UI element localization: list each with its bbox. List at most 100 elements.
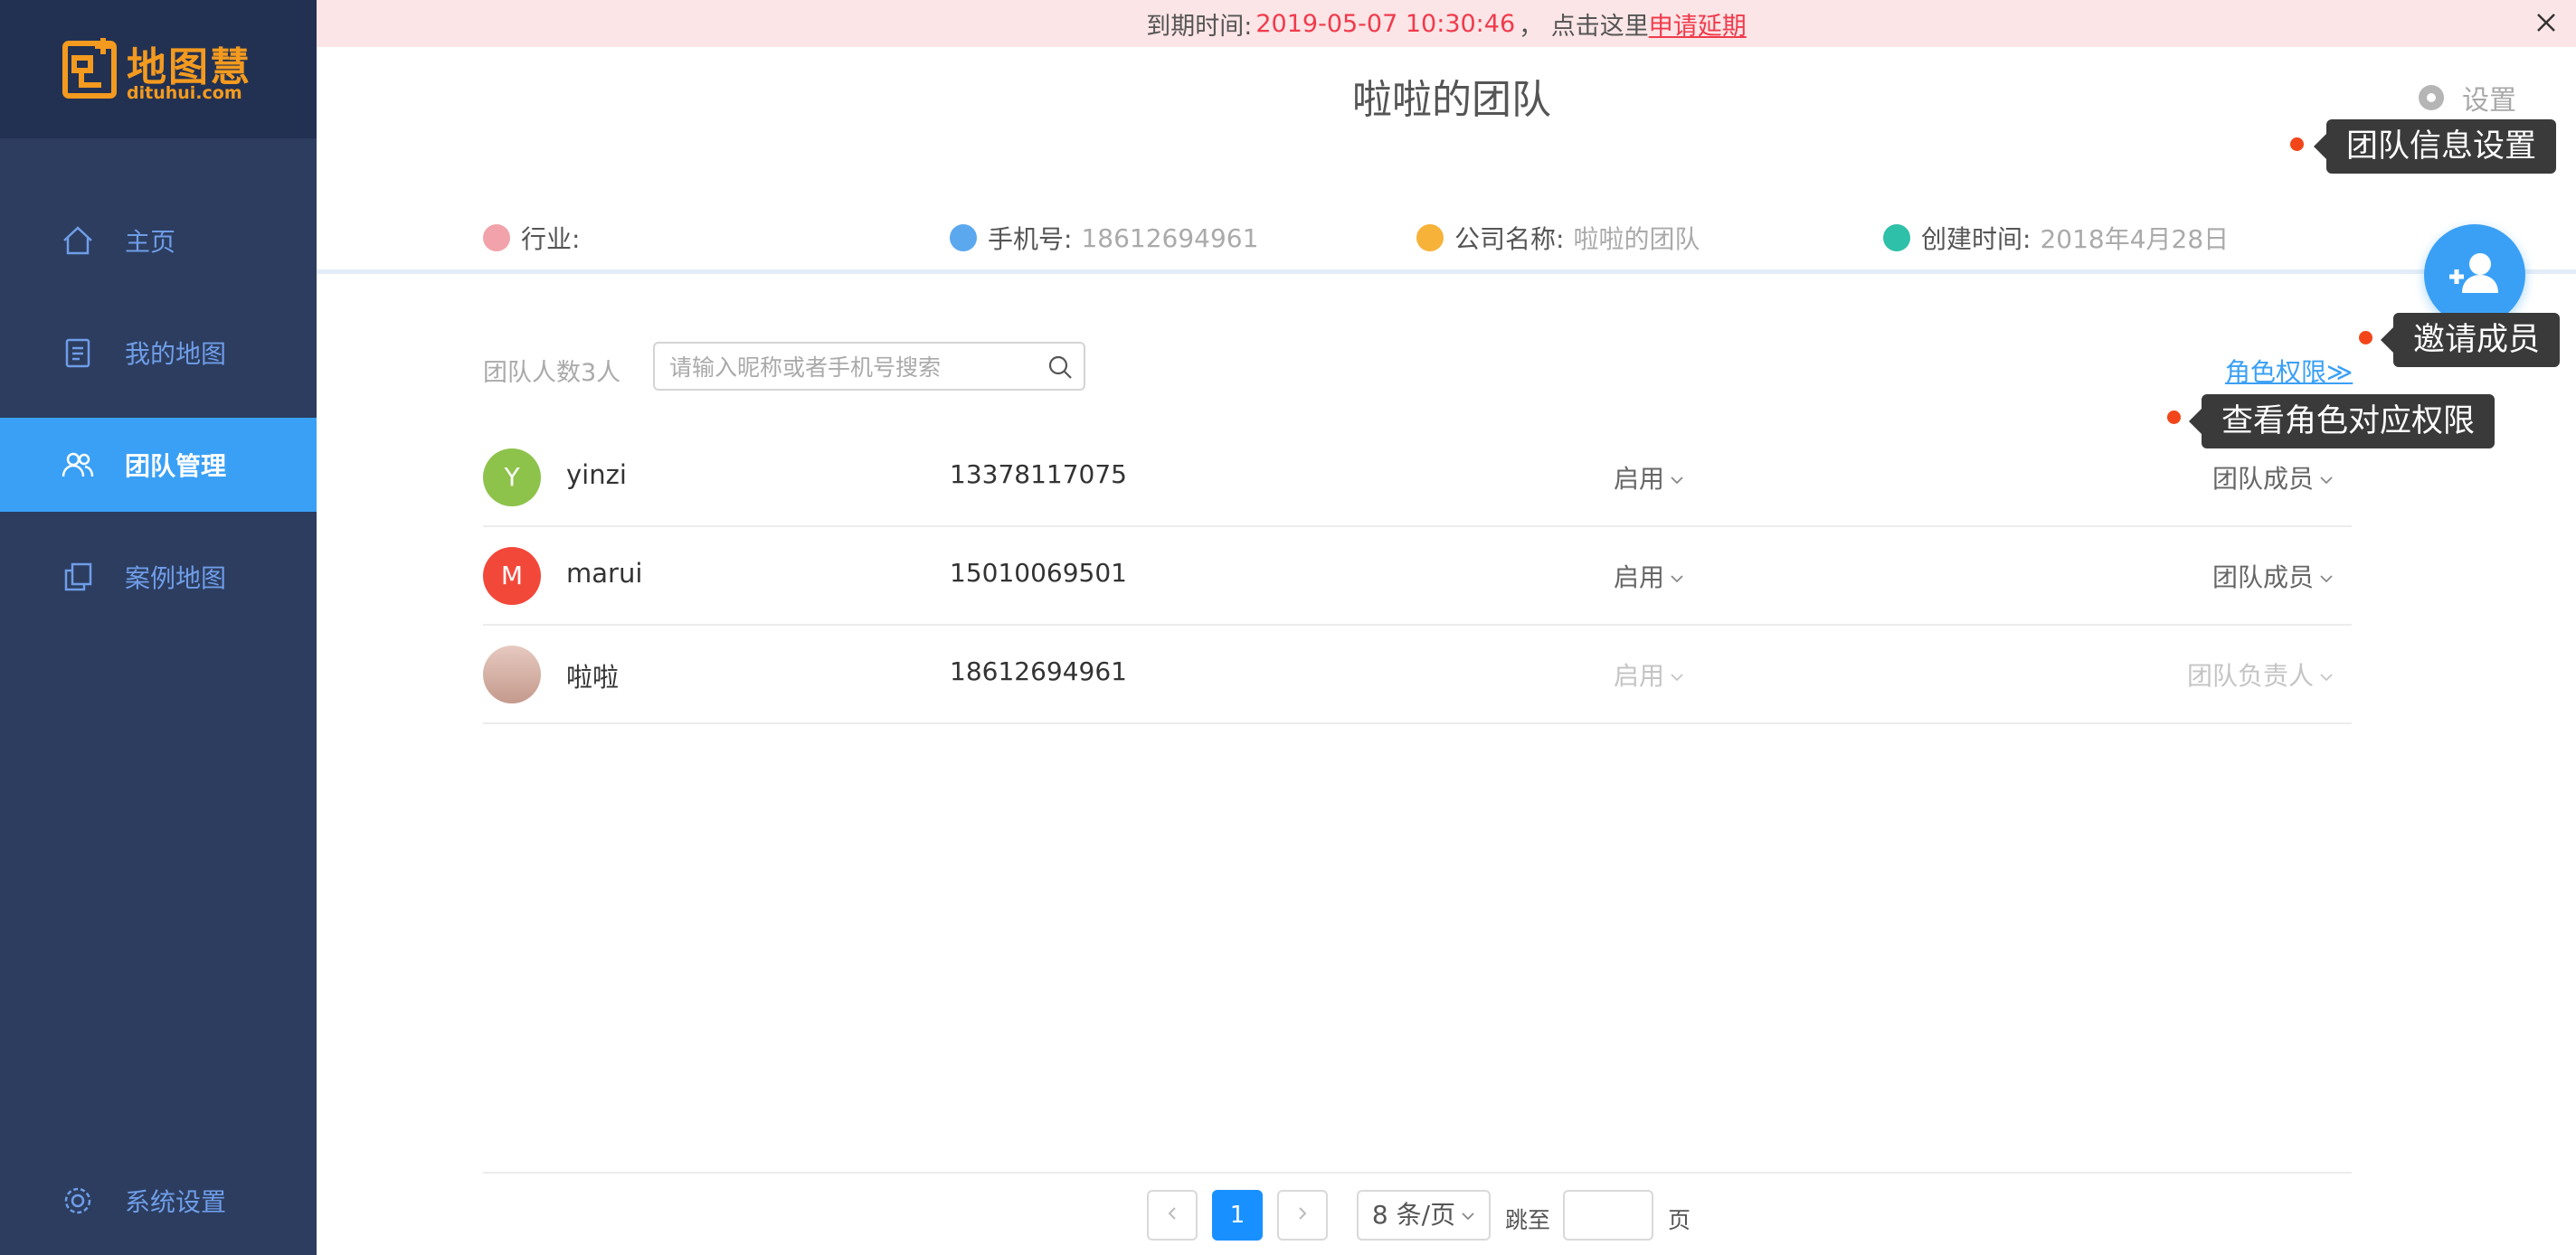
phone-value: 18612694961 xyxy=(1081,222,1259,253)
role-value: 团队成员 xyxy=(2211,562,2314,592)
member-table: Y yinzi 13378117075 启用 团队成员 M marui 1501… xyxy=(483,429,2352,724)
avatar: Y xyxy=(483,448,541,506)
tip-team-info: 团队信息设置 xyxy=(2313,119,2557,174)
status-value: 启用 xyxy=(1614,464,1665,494)
chevron-right-icon xyxy=(1299,1207,1307,1220)
sidebar-item-team[interactable]: 团队管理 xyxy=(0,418,317,512)
member-phone: 18612694961 xyxy=(950,656,1127,686)
avatar xyxy=(483,646,541,703)
clock-icon xyxy=(1883,224,1910,251)
chevron-down-icon xyxy=(2320,477,2333,485)
sidebar-item-label: 主页 xyxy=(125,227,176,257)
member-count: 团队人数3人 xyxy=(483,359,621,387)
invite-member-button[interactable] xyxy=(2424,224,2525,326)
divider xyxy=(483,1172,2352,1174)
role-dropdown: 团队负责人 xyxy=(2187,656,2334,693)
table-row: 啦啦 18612694961 启用 团队负责人 xyxy=(483,626,2352,724)
role-permission-link[interactable]: 角色权限≫ xyxy=(2225,353,2353,389)
member-phone: 15010069501 xyxy=(950,558,1127,588)
add-user-icon xyxy=(2449,253,2498,293)
phone-icon xyxy=(950,224,977,251)
tip-invite: 邀请成员 xyxy=(2380,313,2561,367)
copy-icon xyxy=(64,562,92,591)
industry-icon xyxy=(483,224,510,251)
member-name: 啦啦 xyxy=(566,662,620,693)
search-icon[interactable] xyxy=(1047,354,1073,380)
settings-label: 设置 xyxy=(2462,85,2516,117)
tip-dot xyxy=(2167,410,2181,424)
table-row: M marui 15010069501 启用 团队成员 xyxy=(483,527,2352,626)
brand-domain: dituhui.com xyxy=(127,83,242,103)
expiry-notice-bar: 到期时间: 2019-05-07 10:30:46 ， 点击这里 申请延期 xyxy=(317,0,2576,47)
tip-dot xyxy=(2359,331,2372,344)
role-value: 团队成员 xyxy=(2211,464,2314,494)
info-industry: 行业: xyxy=(483,220,580,256)
sidebar-item-case-maps[interactable]: 案例地图 xyxy=(0,530,317,624)
close-icon[interactable] xyxy=(2533,9,2560,36)
status-value: 启用 xyxy=(1614,562,1665,592)
member-name: marui xyxy=(566,558,643,589)
company-value: 啦啦的团队 xyxy=(1573,224,1700,254)
notice-mid: ， 点击这里 xyxy=(1519,12,1649,41)
chevron-down-icon xyxy=(1671,674,1683,682)
chevron-down-icon xyxy=(2320,674,2333,682)
settings-button[interactable]: 设置 xyxy=(2415,78,2516,118)
page-button-current[interactable]: 1 xyxy=(1212,1190,1263,1241)
phone-label: 手机号: xyxy=(988,224,1073,254)
chevron-down-icon xyxy=(1671,575,1683,583)
page-title: 啦啦的团队 xyxy=(1352,77,1551,123)
created-label: 创建时间: xyxy=(1921,224,2031,254)
logo-icon xyxy=(62,38,117,99)
search-input[interactable] xyxy=(668,349,1033,385)
status-dropdown[interactable]: 启用 xyxy=(1614,558,1684,594)
chevron-down-icon xyxy=(2320,575,2333,583)
tip-dot xyxy=(2290,137,2304,151)
member-phone: 13378117075 xyxy=(950,459,1127,489)
home-icon xyxy=(63,226,92,255)
created-value: 2018年4月28日 xyxy=(2040,224,2230,254)
info-company: 公司名称: 啦啦的团队 xyxy=(1416,220,1700,256)
page-size-value: 8 条/页 xyxy=(1371,1200,1456,1230)
company-label: 公司名称: xyxy=(1454,224,1565,254)
status-value: 启用 xyxy=(1614,661,1665,691)
gear-icon xyxy=(2419,85,2444,110)
info-created: 创建时间: 2018年4月28日 xyxy=(1883,220,2229,256)
jump-page-input[interactable] xyxy=(1563,1190,1653,1241)
chevron-down-icon xyxy=(1671,477,1683,485)
map-doc-icon xyxy=(65,338,90,368)
status-dropdown: 启用 xyxy=(1614,656,1684,693)
member-search xyxy=(653,342,1085,391)
page-size-select[interactable]: 8 条/页 xyxy=(1357,1190,1491,1241)
logo-area: 地图慧 dituhui.com xyxy=(0,0,317,138)
table-row: Y yinzi 13378117075 启用 团队成员 xyxy=(483,429,2352,527)
sidebar-item-settings[interactable]: 系统设置 xyxy=(0,1154,317,1248)
sidebar: 地图慧 dituhui.com 主页 我的地图 团队管理 案例地图 系统设置 xyxy=(0,0,317,1255)
divider xyxy=(317,269,2576,274)
info-phone: 手机号: 18612694961 xyxy=(950,220,1258,256)
sidebar-item-label: 案例地图 xyxy=(125,563,227,593)
sidebar-item-label: 系统设置 xyxy=(125,1187,227,1217)
jump-label: 跳至 xyxy=(1505,1207,1551,1233)
status-dropdown[interactable]: 启用 xyxy=(1614,459,1684,495)
role-dropdown[interactable]: 团队成员 xyxy=(2212,459,2334,495)
sidebar-item-my-maps[interactable]: 我的地图 xyxy=(0,306,317,400)
next-page-button[interactable] xyxy=(1277,1190,1328,1241)
sidebar-item-home[interactable]: 主页 xyxy=(0,193,317,288)
notice-prefix: 到期时间: xyxy=(1146,12,1253,41)
chevron-left-icon xyxy=(1168,1207,1176,1220)
chevron-down-icon xyxy=(1462,1213,1474,1221)
sidebar-item-label: 我的地图 xyxy=(125,339,227,369)
industry-label: 行业: xyxy=(521,224,581,254)
gear-icon xyxy=(64,1187,91,1214)
apply-extension-link[interactable]: 申请延期 xyxy=(1649,6,1747,42)
member-name: yinzi xyxy=(566,459,627,490)
avatar: M xyxy=(483,547,541,605)
role-value: 团队负责人 xyxy=(2186,661,2314,691)
prev-page-button[interactable] xyxy=(1147,1190,1198,1241)
page-unit-label: 页 xyxy=(1668,1207,1691,1233)
home-icon xyxy=(1416,224,1444,251)
role-dropdown[interactable]: 团队成员 xyxy=(2212,558,2334,594)
sidebar-item-label: 团队管理 xyxy=(125,451,227,481)
team-icon xyxy=(62,452,94,477)
notice-expire-time: 2019-05-07 10:30:46 xyxy=(1255,9,1516,38)
